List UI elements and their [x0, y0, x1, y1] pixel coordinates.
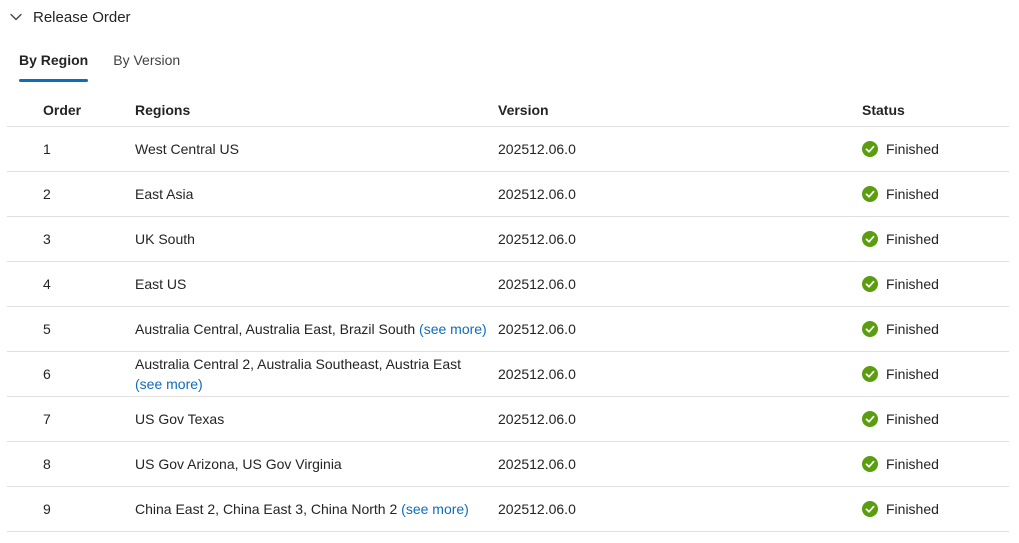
status-text: Finished: [886, 411, 939, 427]
checkmark-circle-icon: [862, 456, 878, 472]
status-text: Finished: [886, 276, 939, 292]
regions-text: West Central US: [135, 141, 239, 157]
tab-by-region[interactable]: By Region: [19, 48, 89, 82]
release-order-header[interactable]: Release Order: [8, 4, 131, 30]
status-cell: Finished: [862, 127, 939, 171]
status-cell: Finished: [862, 307, 939, 351]
see-more-link[interactable]: (see more): [135, 376, 203, 392]
status-cell: Finished: [862, 217, 939, 261]
table-body: 1 West Central US 202512.06.0 Finished 2 East…: [7, 127, 1009, 532]
regions-cell: China East 2, China East 3, China North …: [135, 487, 487, 531]
status-text: Finished: [886, 456, 939, 472]
version-cell: 202512.06.0: [498, 231, 576, 247]
regions-cell: Australia Central, Australia East, Brazi…: [135, 307, 487, 351]
regions-cell: UK South: [135, 217, 487, 261]
status-text: Finished: [886, 141, 939, 157]
table-header-row: Order Regions Version Status: [7, 93, 1009, 127]
status-cell: Finished: [862, 397, 939, 441]
column-header-regions[interactable]: Regions: [135, 93, 487, 126]
tab-list: By Region By Version: [19, 48, 205, 82]
regions-text: East Asia: [135, 186, 194, 202]
table-row[interactable]: 1 West Central US 202512.06.0 Finished: [7, 127, 1009, 172]
tab-by-version[interactable]: By Version: [113, 48, 180, 82]
column-header-order[interactable]: Order: [43, 93, 81, 126]
status-cell: Finished: [862, 262, 939, 306]
version-cell: 202512.06.0: [498, 141, 576, 157]
status-cell: Finished: [862, 442, 939, 486]
order-cell: 4: [43, 276, 51, 292]
regions-cell: Australia Central 2, Australia Southeast…: [135, 352, 487, 396]
version-cell: 202512.06.0: [498, 321, 576, 337]
table-row[interactable]: 2 East Asia 202512.06.0 Finished: [7, 172, 1009, 217]
checkmark-circle-icon: [862, 276, 878, 292]
checkmark-circle-icon: [862, 501, 878, 517]
regions-text: China East 2, China East 3, China North …: [135, 501, 398, 517]
status-cell: Finished: [862, 487, 939, 531]
version-cell: 202512.06.0: [498, 456, 576, 472]
checkmark-circle-icon: [862, 411, 878, 427]
order-cell: 1: [43, 141, 51, 157]
order-cell: 6: [43, 366, 51, 382]
status-text: Finished: [886, 186, 939, 202]
table-row[interactable]: 4 East US 202512.06.0 Finished: [7, 262, 1009, 307]
regions-cell: West Central US: [135, 127, 487, 171]
order-cell: 9: [43, 501, 51, 517]
regions-text: US Gov Arizona, US Gov Virginia: [135, 456, 342, 472]
order-cell: 2: [43, 186, 51, 202]
regions-cell: US Gov Texas: [135, 397, 487, 441]
status-cell: Finished: [862, 352, 939, 396]
section-title: Release Order: [33, 8, 131, 26]
release-order-table: Order Regions Version Status 1 West Centr…: [7, 93, 1009, 532]
order-cell: 5: [43, 321, 51, 337]
regions-cell: East US: [135, 262, 487, 306]
table-row[interactable]: 7 US Gov Texas 202512.06.0 Finished: [7, 397, 1009, 442]
checkmark-circle-icon: [862, 231, 878, 247]
status-cell: Finished: [862, 172, 939, 216]
see-more-link[interactable]: (see more): [401, 501, 469, 517]
status-text: Finished: [886, 501, 939, 517]
regions-text: US Gov Texas: [135, 411, 225, 427]
version-cell: 202512.06.0: [498, 186, 576, 202]
version-cell: 202512.06.0: [498, 366, 576, 382]
regions-cell: East Asia: [135, 172, 487, 216]
version-cell: 202512.06.0: [498, 276, 576, 292]
checkmark-circle-icon: [862, 366, 878, 382]
order-cell: 3: [43, 231, 51, 247]
version-cell: 202512.06.0: [498, 411, 576, 427]
status-text: Finished: [886, 231, 939, 247]
table-row[interactable]: 6 Australia Central 2, Australia Southeas…: [7, 352, 1009, 397]
checkmark-circle-icon: [862, 321, 878, 337]
table-row[interactable]: 8 US Gov Arizona, US Gov Virginia 202512.0…: [7, 442, 1009, 487]
regions-text: UK South: [135, 231, 195, 247]
regions-text: Australia Central 2, Australia Southeast…: [135, 356, 462, 372]
version-cell: 202512.06.0: [498, 501, 576, 517]
column-header-version[interactable]: Version: [498, 93, 549, 126]
regions-text: East US: [135, 276, 187, 292]
column-header-status[interactable]: Status: [862, 93, 905, 126]
table-row[interactable]: 9 China East 2, China East 3, China North…: [7, 487, 1009, 532]
chevron-down-icon[interactable]: [8, 9, 24, 25]
table-row[interactable]: 5 Australia Central, Australia East, Braz…: [7, 307, 1009, 352]
regions-text: Australia Central, Australia East, Brazi…: [135, 321, 416, 337]
checkmark-circle-icon: [862, 186, 878, 202]
checkmark-circle-icon: [862, 141, 878, 157]
order-cell: 8: [43, 456, 51, 472]
status-text: Finished: [886, 321, 939, 337]
regions-cell: US Gov Arizona, US Gov Virginia: [135, 442, 487, 486]
status-text: Finished: [886, 366, 939, 382]
see-more-link[interactable]: (see more): [419, 321, 487, 337]
table-row[interactable]: 3 UK South 202512.06.0 Finished: [7, 217, 1009, 262]
order-cell: 7: [43, 411, 51, 427]
